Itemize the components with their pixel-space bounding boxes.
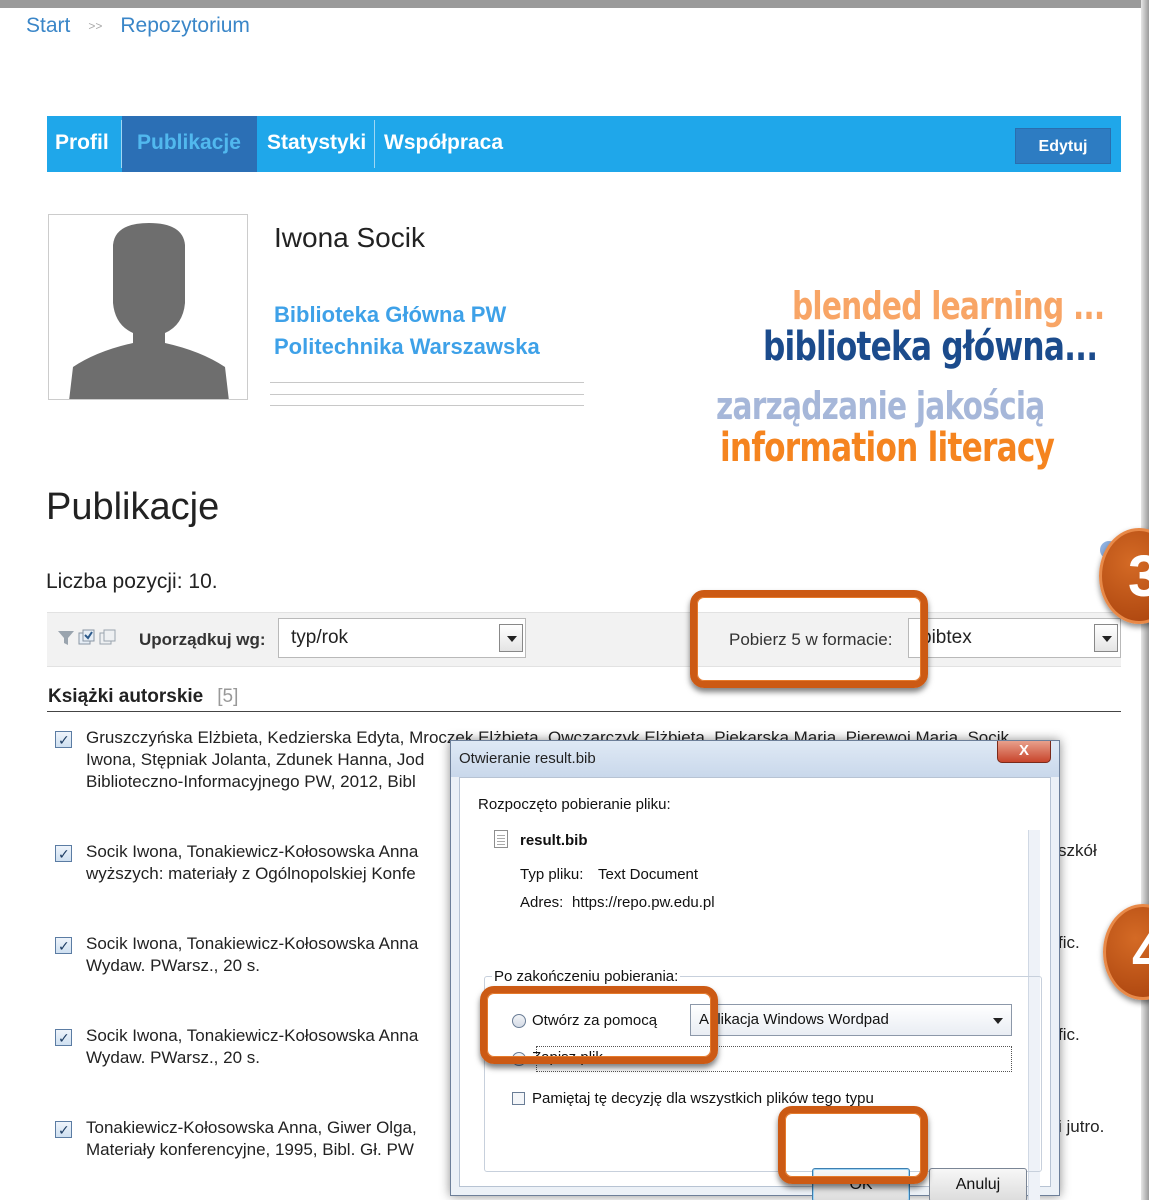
publication-text-tail: i jutro.: [1058, 1117, 1105, 1136]
breadcrumb-repository-link[interactable]: Repozytorium: [120, 14, 250, 38]
edit-button[interactable]: Edytuj: [1015, 128, 1111, 164]
tab-separator: [374, 120, 375, 168]
download-format-select[interactable]: bibtex: [908, 618, 1121, 658]
category-divider: [47, 711, 1121, 712]
remember-decision-label[interactable]: Pamiętaj tę decyzję dla wszystkich plikó…: [532, 1090, 874, 1107]
download-started-text: Rozpoczęto pobieranie pliku:: [478, 796, 671, 813]
publication-checkbox[interactable]: [55, 729, 72, 751]
step-badge-4: 4: [1103, 904, 1149, 1000]
filter-icon[interactable]: [57, 629, 75, 647]
tab-statystyki[interactable]: Statystyki: [259, 116, 374, 172]
breadcrumb-separator: >>: [88, 19, 103, 33]
tab-profil[interactable]: Profil: [47, 116, 117, 172]
open-with-app-select[interactable]: Aplikacja Windows Wordpad: [690, 1004, 1012, 1036]
sort-label: Uporządkuj wg:: [139, 630, 266, 649]
chevron-down-icon[interactable]: [499, 624, 523, 652]
dialog-title: Otwieranie result.bib: [459, 750, 596, 767]
breadcrumb-start-link[interactable]: Start: [26, 14, 70, 38]
file-icon: [494, 830, 508, 848]
avatar: [48, 214, 248, 400]
publication-text-tail: szkół: [1058, 841, 1097, 860]
window-top-border: [0, 0, 1149, 8]
remember-decision-checkbox[interactable]: [512, 1092, 525, 1105]
highlight-download-format: [690, 590, 928, 688]
affiliation-library-link[interactable]: Biblioteka Główna PW: [274, 302, 506, 328]
file-address-value: https://repo.pw.edu.pl: [572, 894, 715, 911]
category-count: [5]: [217, 686, 239, 707]
publication-checkbox[interactable]: [55, 1119, 72, 1141]
file-type-label: Typ pliku:: [520, 866, 584, 883]
publication-checkbox[interactable]: [55, 843, 72, 865]
download-dialog: Otwieranie result.bib X Rozpoczęto pobie…: [450, 740, 1060, 1200]
file-address-label: Adres:: [520, 894, 564, 911]
publication-checkbox[interactable]: [55, 1027, 72, 1049]
person-silhouette-icon: [49, 215, 247, 399]
divider: [270, 382, 584, 383]
publication-text-tail: fic.: [1058, 1025, 1080, 1044]
close-button[interactable]: X: [997, 741, 1051, 763]
publication-text-tail: fic.: [1058, 933, 1080, 952]
highlight-ok-button: [778, 1106, 928, 1184]
file-type-value: Text Document: [598, 866, 699, 883]
dialog-body: Rozpoczęto pobieranie pliku: result.bib …: [459, 777, 1051, 1200]
select-all-icon[interactable]: [78, 629, 96, 647]
divider: [270, 394, 584, 395]
chevron-down-icon[interactable]: [1094, 624, 1118, 652]
keyword-tag[interactable]: biblioteka główna...: [763, 324, 1098, 370]
sort-select[interactable]: typ/rok: [278, 618, 526, 658]
affiliation-university-link[interactable]: Politechnika Warszawska: [274, 334, 540, 360]
highlight-save-file: [480, 986, 718, 1064]
item-count: Liczba pozycji: 10.: [46, 570, 218, 593]
category-title: Książki autorskie [5]: [48, 686, 238, 708]
section-title: Publikacje: [46, 486, 220, 528]
breadcrumb: Start >> Repozytorium: [26, 14, 250, 38]
keyword-tag[interactable]: information literacy: [720, 425, 1055, 471]
sort-select-value: typ/rok: [291, 627, 349, 648]
profile-nav-bar: Profil Publikacje Statystyki Współpraca …: [47, 116, 1121, 172]
tab-wspolpraca[interactable]: Współpraca: [376, 116, 511, 172]
copy-icon[interactable]: [99, 629, 117, 647]
tab-publikacje[interactable]: Publikacje: [122, 116, 257, 172]
category-name: Książki autorskie: [48, 686, 204, 707]
file-name: result.bib: [520, 832, 588, 849]
keyword-tag[interactable]: zarządzanie jakością: [716, 384, 1045, 428]
profile-name: Iwona Socik: [274, 222, 425, 253]
after-download-label: Po zakończeniu pobierania:: [492, 968, 681, 985]
divider: [270, 405, 584, 406]
download-format-value: bibtex: [921, 627, 972, 648]
publication-checkbox[interactable]: [55, 935, 72, 957]
keyword-tag[interactable]: blended learning ...: [792, 284, 1105, 328]
cancel-button[interactable]: Anuluj: [929, 1168, 1027, 1200]
